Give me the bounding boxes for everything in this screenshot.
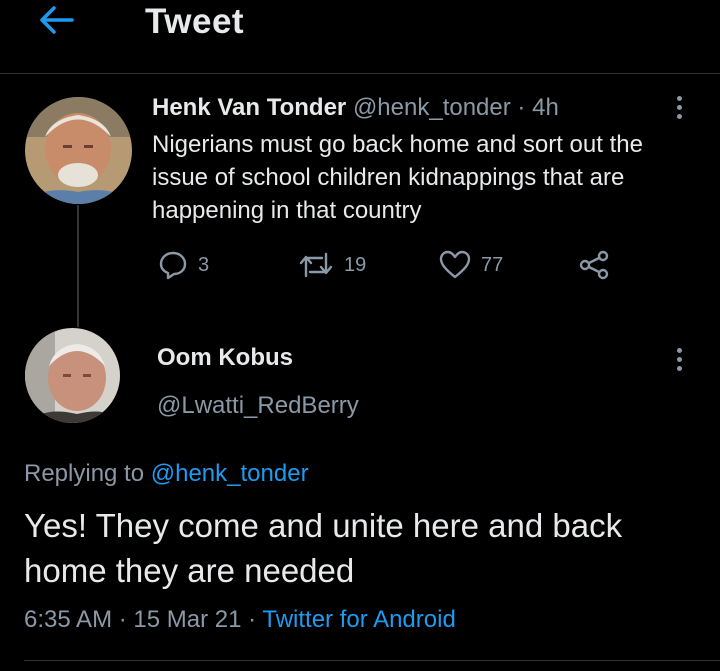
tweet-date[interactable]: 15 Mar 21 — [133, 606, 241, 633]
reply-author-handle[interactable]: @Lwatti_RedBerry — [157, 392, 359, 420]
reply-count: 3 — [198, 253, 210, 276]
retweet-icon — [299, 252, 333, 278]
time-ago[interactable]: 4h — [532, 94, 559, 121]
retweet-button[interactable]: 19 — [298, 248, 366, 282]
like-icon — [439, 250, 471, 279]
dot-separator: · — [517, 94, 526, 121]
more-vertical-icon — [675, 96, 683, 119]
like-button[interactable]: 77 — [439, 248, 503, 282]
avatar-image — [25, 328, 120, 423]
tweet-text: Nigerians must go back home and sort out… — [152, 131, 643, 224]
reply-text: Yes! They come and unite here and back h… — [24, 507, 623, 589]
author-handle[interactable]: @henk_tonder — [353, 94, 511, 121]
more-options-button[interactable] — [675, 96, 683, 123]
reply-more-options-button[interactable] — [675, 348, 683, 375]
reply-button[interactable]: 3 — [158, 248, 209, 282]
divider — [24, 660, 720, 661]
retweet-count: 19 — [344, 253, 367, 276]
share-button[interactable] — [578, 248, 610, 282]
tweet-time[interactable]: 6:35 AM — [24, 606, 112, 633]
replying-to-line: Replying to @henk_tonder — [24, 460, 309, 488]
page-title: Tweet — [145, 2, 245, 41]
like-count: 77 — [481, 253, 504, 276]
back-button[interactable] — [36, 0, 76, 40]
avatar-oom-kobus[interactable] — [25, 328, 120, 423]
thread-line — [77, 205, 79, 327]
meta-separator: · — [118, 606, 127, 633]
tweet-meta: 6:35 AM · 15 Mar 21 · Twitter for Androi… — [24, 606, 456, 634]
avatar-henk[interactable] — [25, 97, 132, 204]
top-bar: Tweet — [0, 0, 720, 74]
tweet-source[interactable]: Twitter for Android — [262, 606, 455, 633]
share-icon — [579, 250, 609, 280]
more-vertical-icon — [675, 348, 683, 371]
meta-separator: · — [248, 606, 257, 633]
replying-to-handle[interactable]: @henk_tonder — [151, 460, 309, 487]
author-name[interactable]: Henk Van Tonder — [152, 94, 346, 121]
avatar-image — [25, 97, 132, 204]
back-arrow-icon — [40, 6, 74, 34]
replying-prefix: Replying to — [24, 460, 145, 487]
reply-author-name[interactable]: Oom Kobus — [157, 344, 293, 372]
reply-icon — [159, 251, 187, 280]
tweet-header: Henk Van Tonder @henk_tonder · 4h — [152, 94, 559, 122]
